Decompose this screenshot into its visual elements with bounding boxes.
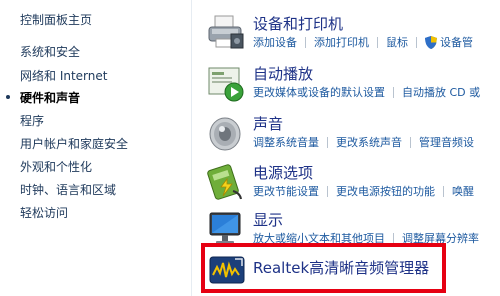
sidebar: 控制面板主页 系统和安全 网络和 Internet 硬件和声音 程序 用户帐户和… [0,0,190,296]
category-links: 更改节能设置 更改电源按钮的功能 唤醒 [253,183,474,199]
speaker-icon[interactable] [207,114,245,152]
sidebar-item-home[interactable]: 控制面板主页 [20,11,92,28]
link-autoplay-cd[interactable]: 自动播放 CD 或 [402,84,480,100]
sidebar-item-user-accounts[interactable]: 用户帐户和家庭安全 [20,135,128,152]
link-separator [410,136,411,148]
autoplay-icon[interactable] [207,64,245,102]
link-power-saving[interactable]: 更改节能设置 [253,183,319,199]
category-autoplay: 自动播放 更改媒体或设备的默认设置 自动播放 CD 或 [207,64,500,112]
link-separator [327,136,328,148]
link-separator [327,185,328,197]
category-links: 添加设备 添加打印机 鼠标 设备管 [253,34,473,50]
realtek-audio-manager-highlight[interactable]: Realtek高清晰音频管理器 [201,243,446,293]
battery-icon[interactable] [207,163,245,201]
link-add-printer[interactable]: 添加打印机 [314,34,369,50]
active-bullet-icon [6,95,10,99]
category-title[interactable]: 声音 [253,113,283,134]
category-links: 调整系统音量 更改系统声音 管理音频设 [253,134,474,150]
link-power-button[interactable]: 更改电源按钮的功能 [336,183,435,199]
link-change-sounds[interactable]: 更改系统声音 [336,134,402,150]
printer-icon[interactable] [207,14,245,52]
sidebar-item-programs[interactable]: 程序 [20,112,44,129]
category-title[interactable]: 设备和打印机 [253,13,343,34]
link-separator [443,185,444,197]
category-title[interactable]: 显示 [253,209,283,230]
link-separator [393,232,394,244]
link-wake[interactable]: 唤醒 [452,183,474,199]
sidebar-item-ease-of-access[interactable]: 轻松访问 [20,204,68,221]
link-separator [416,36,417,48]
category-power-options: 电源选项 更改节能设置 更改电源按钮的功能 唤醒 [207,163,500,211]
sidebar-item-network[interactable]: 网络和 Internet [20,67,107,84]
link-device-manager[interactable]: 设备管 [440,34,473,50]
category-sound: 声音 调整系统音量 更改系统声音 管理音频设 [207,114,500,162]
link-separator [393,86,394,98]
category-links: 更改媒体或设备的默认设置 自动播放 CD 或 [253,84,480,100]
link-change-media-defaults[interactable]: 更改媒体或设备的默认设置 [253,84,385,100]
link-manage-audio[interactable]: 管理音频设 [419,134,474,150]
realtek-audio-manager-link[interactable]: Realtek高清晰音频管理器 [253,257,429,278]
sidebar-item-system-security[interactable]: 系统和安全 [20,43,80,60]
category-title[interactable]: 自动播放 [253,63,313,84]
uac-shield-icon [425,35,437,49]
category-devices-printers: 设备和打印机 添加设备 添加打印机 鼠标 设备管 [207,14,500,62]
link-separator [377,36,378,48]
link-mouse[interactable]: 鼠标 [386,34,408,50]
link-adjust-volume[interactable]: 调整系统音量 [253,134,319,150]
sidebar-item-hardware-sound[interactable]: 硬件和声音 [20,89,80,106]
sidebar-divider [191,0,192,296]
sidebar-item-appearance[interactable]: 外观和个性化 [20,158,92,175]
category-title[interactable]: 电源选项 [253,162,313,183]
link-separator [305,36,306,48]
link-add-device[interactable]: 添加设备 [253,34,297,50]
sidebar-item-clock-language[interactable]: 时钟、语言和区域 [20,181,116,198]
realtek-audio-icon [209,256,245,284]
